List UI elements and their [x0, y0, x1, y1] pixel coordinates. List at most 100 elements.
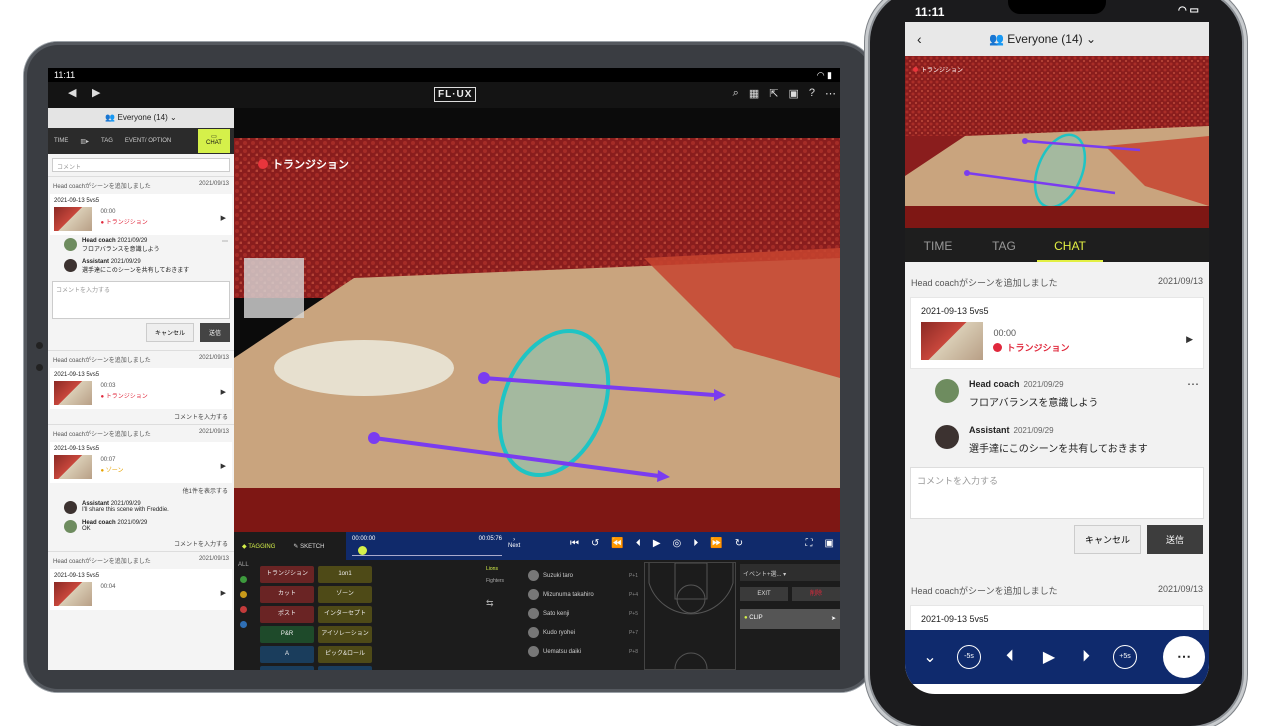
- tab-sketch[interactable]: ✎ SKETCH: [293, 543, 324, 550]
- tag-button[interactable]: C: [318, 666, 372, 670]
- play-scene-icon[interactable]: ▶: [221, 589, 226, 597]
- event-select[interactable]: イベント+選... ▾: [740, 564, 840, 581]
- tab-tagging[interactable]: ◆ TAGGING: [242, 543, 275, 550]
- tag-button[interactable]: ゾーン: [318, 586, 372, 603]
- share-icon[interactable]: ⇱: [769, 87, 778, 100]
- play-icon[interactable]: ▶: [653, 538, 661, 549]
- tab-event-option[interactable]: EVENT/ OPTION: [119, 138, 177, 144]
- scene-card[interactable]: 2021-09-13 5vs5 00:04 ▶: [50, 569, 232, 610]
- scene-thumbnail[interactable]: [921, 322, 983, 360]
- swap-teams-icon[interactable]: ⇆: [486, 598, 504, 609]
- video-player[interactable]: トランジション: [234, 108, 840, 532]
- send-button[interactable]: 送信: [1146, 525, 1203, 554]
- audience-selector[interactable]: 👥 Everyone (14) ⌄: [989, 32, 1096, 46]
- zoom-icon[interactable]: ⌕: [733, 87, 739, 100]
- tag-button[interactable]: 1on1: [318, 566, 372, 583]
- tag-button[interactable]: トランジション: [260, 566, 314, 583]
- rewind-icon[interactable]: ⏪: [611, 538, 623, 549]
- scene-thumbnail[interactable]: [54, 582, 92, 606]
- add-comment-link[interactable]: コメントを入力する: [48, 536, 234, 551]
- prev-frame-icon[interactable]: ⏴: [981, 648, 1039, 666]
- cancel-button[interactable]: キャンセル: [145, 323, 194, 342]
- forward-5s-icon[interactable]: +5s: [1113, 645, 1137, 669]
- timeline-scrubber[interactable]: 00:00:00 00:05:76: [352, 536, 502, 556]
- next-frame-icon[interactable]: ⏵: [1059, 648, 1113, 666]
- search-input[interactable]: コメント: [52, 158, 230, 172]
- scene-card[interactable]: 2021-09-13 5vs5 00:00 トランジション ▶: [910, 297, 1204, 369]
- loop-icon[interactable]: ◎: [673, 538, 682, 549]
- pip-icon[interactable]: ▣: [825, 538, 834, 549]
- next-frame-icon[interactable]: ⏵: [693, 538, 698, 549]
- forward-5s-icon[interactable]: ↻: [735, 538, 743, 549]
- skip-start-icon[interactable]: ⏮: [570, 538, 579, 549]
- team-fighters[interactable]: Fighters: [486, 578, 504, 584]
- back-icon[interactable]: ◀: [68, 86, 76, 99]
- comment-more-icon[interactable]: ⋯: [1187, 377, 1199, 391]
- red-filter[interactable]: [240, 606, 247, 613]
- tag-button[interactable]: ポスト: [260, 606, 314, 623]
- delete-button[interactable]: 削除: [792, 587, 840, 601]
- playlist-icon[interactable]: ▣: [788, 87, 798, 100]
- tab-time[interactable]: TIME: [48, 138, 74, 144]
- calendar-icon[interactable]: ▦: [749, 87, 759, 100]
- scene-card[interactable]: 2021-09-13 5vs5 00:03 ● トランジション ▶: [50, 368, 232, 409]
- scene-thumbnail[interactable]: [54, 455, 92, 479]
- rewind-5s-icon[interactable]: ↺: [591, 538, 599, 549]
- back-icon[interactable]: ‹: [917, 31, 922, 47]
- scene-card[interactable]: 2021-09-13 5vs5 00:07 ● ゾーン ▶: [50, 442, 232, 483]
- play-icon[interactable]: ▶: [1039, 647, 1059, 667]
- more-icon[interactable]: ⋯: [825, 87, 836, 100]
- tab-tag[interactable]: TAG: [971, 228, 1037, 262]
- comment-input[interactable]: コメントを入力する: [52, 281, 230, 319]
- send-icon[interactable]: ➤: [831, 615, 836, 622]
- yellow-filter[interactable]: [240, 591, 247, 598]
- tab-chat[interactable]: CHAT: [1037, 228, 1103, 262]
- player-row[interactable]: Uematsu daiki P+8: [528, 642, 638, 661]
- player-row[interactable]: Suzuki taro P+1: [528, 566, 638, 585]
- help-icon[interactable]: ?: [809, 87, 815, 100]
- rewind-5s-icon[interactable]: -5s: [957, 645, 981, 669]
- tab-chat[interactable]: ▭ CHAT: [198, 129, 230, 153]
- chevron-down-icon[interactable]: ⌄: [905, 647, 955, 667]
- all-filter[interactable]: ALL: [238, 562, 249, 568]
- tab-tag[interactable]: TAG: [95, 138, 119, 144]
- clip-button[interactable]: ● CLIP ➤: [740, 609, 840, 629]
- player-row[interactable]: Kudo ryohei P+7: [528, 623, 638, 642]
- tab-time[interactable]: TIME: [905, 228, 971, 262]
- next-button[interactable]: › Next: [508, 537, 520, 549]
- forward-icon[interactable]: ▶: [92, 86, 100, 99]
- fast-forward-icon[interactable]: ⏩: [710, 538, 722, 549]
- send-button[interactable]: 送信: [199, 323, 230, 342]
- play-scene-icon[interactable]: ▶: [221, 214, 226, 222]
- add-comment-link[interactable]: コメントを入力する: [48, 409, 234, 424]
- tag-button[interactable]: A: [260, 646, 314, 663]
- player-row[interactable]: Sato kenji P+5: [528, 604, 638, 623]
- team-lions[interactable]: Lions: [486, 566, 504, 572]
- phone-video-player[interactable]: トランジション: [905, 56, 1209, 228]
- scene-thumbnail[interactable]: [54, 207, 92, 231]
- green-filter[interactable]: [240, 576, 247, 583]
- show-more-link[interactable]: 他1件を表示する: [48, 483, 234, 498]
- prev-frame-icon[interactable]: ⏴: [636, 538, 641, 549]
- tag-button[interactable]: B: [260, 666, 314, 670]
- scene-thumbnail[interactable]: [54, 381, 92, 405]
- tag-button[interactable]: ピック&ロール: [318, 646, 372, 663]
- fullscreen-icon[interactable]: ⛶: [806, 538, 813, 549]
- tag-button[interactable]: インターセプト: [318, 606, 372, 623]
- more-options-button[interactable]: ⋯: [1163, 636, 1205, 678]
- scene-card[interactable]: 2021-09-13 5vs5 00:00 ● トランジション ▶: [50, 194, 232, 235]
- tag-button[interactable]: P&R: [260, 626, 314, 643]
- comment-input[interactable]: コメントを入力する: [910, 467, 1204, 519]
- tag-button[interactable]: カット: [260, 586, 314, 603]
- comment-more-icon[interactable]: ⋯: [222, 238, 228, 253]
- blue-filter[interactable]: [240, 621, 247, 628]
- scrubber-handle[interactable]: [358, 546, 367, 555]
- audience-selector[interactable]: 👥 Everyone (14) ⌄: [48, 108, 234, 128]
- timeline-icon[interactable]: ▥▸: [74, 138, 95, 145]
- court-diagram[interactable]: [644, 562, 736, 670]
- exit-button[interactable]: EXIT: [740, 587, 788, 601]
- cancel-button[interactable]: キャンセル: [1073, 525, 1141, 554]
- tag-button[interactable]: アイソレーション: [318, 626, 372, 643]
- player-row[interactable]: Mizunuma takahiro P+4: [528, 585, 638, 604]
- play-scene-icon[interactable]: ▶: [221, 462, 226, 470]
